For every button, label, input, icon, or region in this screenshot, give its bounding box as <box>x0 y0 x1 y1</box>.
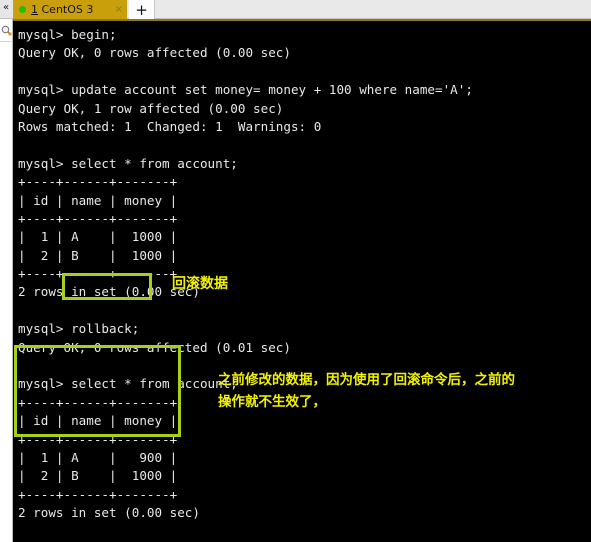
tab-bar: 1 CentOS 3 × + <box>13 0 591 19</box>
tab-centos-3[interactable]: 1 CentOS 3 × <box>13 0 127 19</box>
left-side-strip: « <box>0 0 13 542</box>
terminal-line: mysql> select * from account; <box>18 155 238 171</box>
terminal-line: Query OK, 0 rows affected (0.01 sec) <box>18 339 291 355</box>
terminal-output-pane[interactable]: mysql> begin; Query OK, 0 rows affected … <box>13 19 591 542</box>
search-icon[interactable] <box>0 22 13 38</box>
annotation-table-note: 之前修改的数据，因为使用了回滚命令后，之前的 操作就不生效了， <box>218 372 515 410</box>
terminal-line: Query OK, 0 rows affected (0.00 sec) <box>18 45 291 61</box>
terminal-line: 2 rows in set (0.00 sec) <box>18 284 200 300</box>
terminal-line: +----+------+-------+ <box>18 174 178 190</box>
terminal-app-window: « 1 CentOS 3 × + mysql> begin; Query OK,… <box>0 0 591 542</box>
new-tab-button[interactable]: + <box>129 0 155 19</box>
terminal-line: +----+------+-------+ <box>18 266 178 282</box>
terminal-line: | 2 | B | 1000 | <box>18 468 178 484</box>
left-strip-divider <box>0 41 13 42</box>
terminal-line: 2 rows in set (0.00 sec) <box>18 505 200 521</box>
terminal-line: +----+------+-------+ <box>18 486 178 502</box>
terminal-line: | id | name | money | <box>18 413 178 429</box>
terminal-line: mysql> update account set money= money +… <box>18 82 473 98</box>
terminal-text-container: mysql> begin; Query OK, 0 rows affected … <box>13 21 591 542</box>
close-icon[interactable]: × <box>115 4 123 15</box>
terminal-line-rollback: mysql> rollback; <box>18 321 140 337</box>
terminal-line: +----+------+-------+ <box>18 431 178 447</box>
terminal-line: mysql> begin; <box>18 27 117 42</box>
tab-index-label: 1 <box>31 3 38 16</box>
terminal-line: | id | name | money | <box>18 192 178 208</box>
tab-title-text: CentOS 3 <box>38 3 94 16</box>
terminal-line: | 2 | B | 1000 | <box>18 247 178 263</box>
tab-status-dot <box>19 6 26 13</box>
terminal-line: Rows matched: 1 Changed: 1 Warnings: 0 <box>18 118 322 134</box>
terminal-line: +----+------+-------+ <box>18 210 178 226</box>
annotation-rollback-note: 回滚数据 <box>172 276 228 292</box>
terminal-line: | 1 | A | 900 | <box>18 449 178 465</box>
terminal-line: | 1 | A | 1000 | <box>18 229 178 245</box>
tab-label: 1 CentOS 3 <box>31 3 113 16</box>
collapse-panel-icon[interactable]: « <box>0 1 12 15</box>
terminal-line: Query OK, 1 row affected (0.00 sec) <box>18 100 284 116</box>
